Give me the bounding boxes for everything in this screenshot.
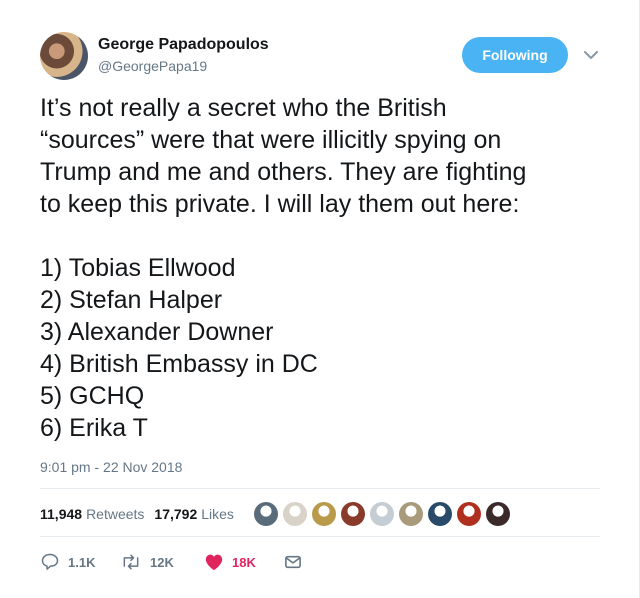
following-button[interactable]: Following [462,37,568,73]
tweet-line: “sources” were that were illicitly spyin… [40,126,502,154]
liker-avatar[interactable] [457,502,481,526]
liker-avatar[interactable] [341,502,365,526]
reply-count: 1.1K [68,554,96,570]
list-item: 1) Tobias Ellwood [40,254,236,282]
likes-count: 17,792 [154,506,198,522]
author-name[interactable]: George Papadopoulos [98,36,269,54]
divider [40,536,600,537]
tweet-list: 1) Tobias Ellwood 2) Stefan Halper 3) Al… [40,252,600,444]
retweet-button[interactable]: 12K [120,552,204,572]
author-avatar[interactable] [40,32,88,80]
liker-avatar[interactable] [486,502,510,526]
chevron-down-icon[interactable] [582,46,600,64]
heart-icon [205,554,223,571]
liker-avatar[interactable] [254,502,278,526]
retweet-count: 12K [150,554,174,570]
divider [40,488,600,489]
tweet-text: It’s not really a secret who the British… [40,92,600,444]
tweet-line: to keep this private. I will lay them ou… [40,190,520,218]
liker-avatar[interactable] [428,502,452,526]
tweet-stats: 11,948 Retweets 17,792 Likes [40,500,234,528]
author-handle[interactable]: @GeorgePapa19 [98,58,207,74]
retweet-icon [123,554,139,570]
liker-avatar[interactable] [312,502,336,526]
retweets-count: 11,948 [40,506,83,522]
direct-message-button[interactable] [284,554,308,570]
liker-avatars [254,500,515,528]
tweet-actions: 1.1K 12K 18K [40,548,308,576]
retweets-stat[interactable]: 11,948 Retweets [40,506,144,522]
list-item: 5) GCHQ [40,382,145,410]
likes-stat[interactable]: 17,792 Likes [154,506,234,522]
list-item: 4) British Embassy in DC [40,350,318,378]
like-button[interactable]: 18K [204,553,284,571]
tweet-line: Trump and me and others. They are fighti… [40,158,527,186]
tweet-line: It’s not really a secret who the British [40,94,447,122]
list-item: 2) Stefan Halper [40,286,223,314]
liker-avatar[interactable] [399,502,423,526]
list-item: 3) Alexander Downer [40,318,274,346]
tweet-timestamp[interactable]: 9:01 pm - 22 Nov 2018 [40,459,182,475]
default-avatar-icon[interactable] [370,502,394,526]
reply-icon [41,553,59,570]
tweet-card: George Papadopoulos @GeorgePapa19 Follow… [0,0,640,598]
list-item: 6) Erika T [40,414,148,442]
reply-button[interactable]: 1.1K [40,552,120,572]
liker-avatar[interactable] [283,502,307,526]
retweets-label: Retweets [86,506,145,522]
likes-label: Likes [201,506,234,522]
envelope-icon [285,555,301,569]
like-count: 18K [232,554,256,570]
